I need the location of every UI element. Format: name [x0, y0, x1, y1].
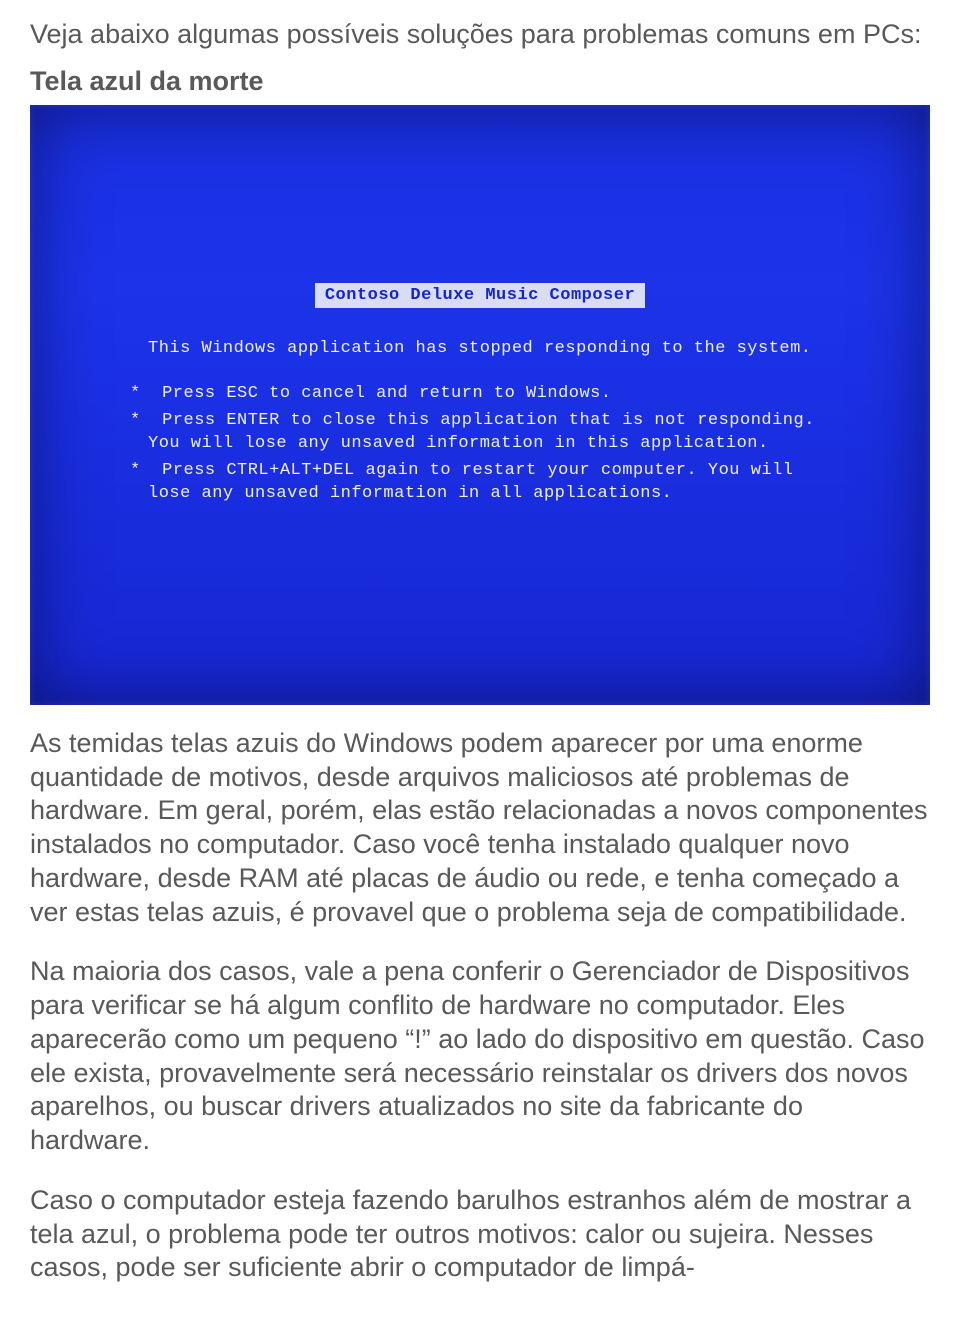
body-paragraph: Caso o computador esteja fazendo barulho… — [30, 1184, 930, 1285]
section-heading: Tela azul da morte — [30, 64, 930, 99]
bsod-bullet: Press CTRL+ALT+DEL again to restart your… — [58, 460, 930, 506]
bsod-bullet: Press ENTER to close this application th… — [58, 410, 930, 456]
bsod-title: Contoso Deluxe Music Composer — [315, 283, 645, 308]
bsod-title-row: Contoso Deluxe Music Composer — [30, 283, 930, 308]
bsod-bullet: Press ESC to cancel and return to Window… — [58, 383, 930, 406]
intro-text: Veja abaixo algumas possíveis soluções p… — [30, 18, 930, 52]
bsod-content: Contoso Deluxe Music Composer This Windo… — [30, 283, 930, 510]
bsod-intro-line: This Windows application has stopped res… — [30, 338, 930, 361]
body-paragraph: Na maioria dos casos, vale a pena confer… — [30, 955, 930, 1158]
bsod-screenshot: Contoso Deluxe Music Composer This Windo… — [30, 105, 930, 705]
body-paragraph: As temidas telas azuis do Windows podem … — [30, 727, 930, 930]
